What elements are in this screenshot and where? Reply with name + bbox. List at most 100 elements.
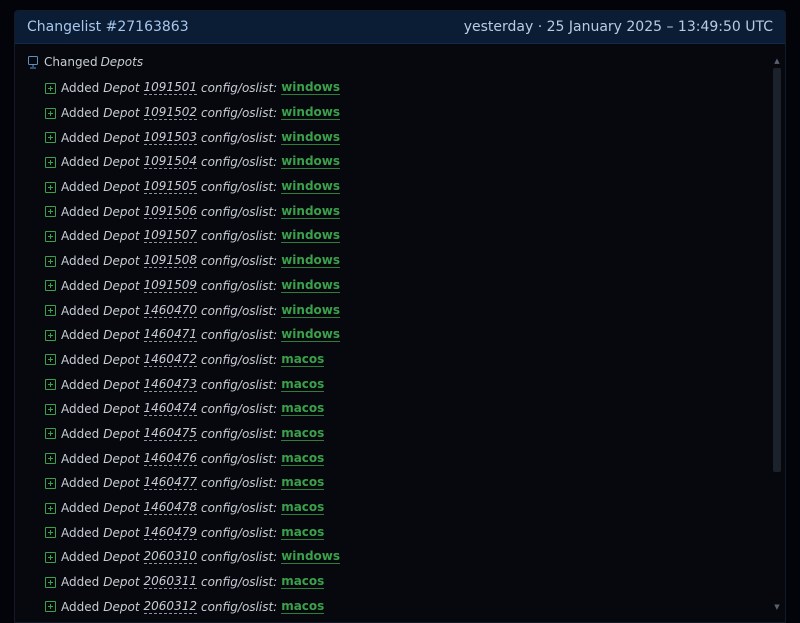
depot-id-link[interactable]: 1460479 — [143, 525, 197, 540]
change-verb: Added — [61, 204, 100, 219]
plus-icon — [45, 329, 56, 341]
change-verb: Added — [61, 155, 100, 170]
scroll-up-arrow-icon[interactable]: ▲ — [772, 56, 782, 66]
change-verb: Added — [61, 575, 100, 590]
os-value: windows — [281, 129, 341, 145]
list-item: Added Depot 1091504 config/oslist: windows — [45, 150, 341, 175]
depot-id-link[interactable]: 1091502 — [143, 106, 197, 121]
changelist-panel: Changelist #27163863 yesterday · 25 Janu… — [14, 10, 786, 623]
change-verb: Added — [61, 229, 100, 244]
change-verb: Added — [61, 501, 100, 516]
changelist-body: Changed Depots Added Depot 1091501 config/o… — [15, 44, 785, 622]
list-item: Added Depot 1091506 config/oslist: windows — [45, 199, 341, 224]
changelist-header: Changelist #27163863 yesterday · 25 Janu… — [15, 11, 785, 44]
depot-id-link[interactable]: 1460472 — [143, 352, 197, 367]
depot-keyword: Depot — [103, 476, 140, 491]
depot-id-link[interactable]: 1091501 — [143, 81, 197, 96]
depot-keyword: Depot — [103, 426, 140, 441]
depot-id-link[interactable]: 1460478 — [143, 501, 197, 516]
list-item: Added Depot 2060311 config/oslist: macos — [45, 570, 340, 595]
os-value: macos — [281, 450, 325, 466]
config-path: config/oslist: — [200, 352, 278, 367]
list-item: Added Depot 1091509 config/oslist: windows — [45, 274, 341, 299]
config-path: config/oslist: — [200, 180, 278, 195]
depot-id-link[interactable]: 1460470 — [143, 303, 197, 318]
depot-id-link[interactable]: 1460477 — [143, 476, 197, 491]
list-item: Added Depot 1460470 config/oslist: windows — [45, 298, 341, 323]
plus-icon — [45, 82, 56, 94]
config-path: config/oslist: — [200, 328, 278, 343]
os-value: macos — [281, 475, 325, 491]
plus-icon — [45, 255, 56, 267]
plus-icon — [45, 379, 56, 391]
change-verb: Added — [61, 130, 100, 145]
config-path: config/oslist: — [200, 303, 278, 318]
os-value: windows — [281, 327, 341, 343]
os-value: macos — [281, 376, 325, 392]
change-verb: Added — [61, 525, 100, 540]
os-value: macos — [281, 574, 325, 590]
changed-label: Changed — [44, 55, 98, 69]
list-item: Added Depot 1460476 config/oslist: macos — [45, 446, 340, 471]
list-item: Added Depot 1460472 config/oslist: macos — [45, 348, 340, 373]
list-item: Added Depot 1091503 config/oslist: windows — [45, 125, 341, 150]
depot-id-link[interactable]: 1091504 — [143, 155, 197, 170]
plus-icon — [45, 527, 56, 539]
os-value: windows — [281, 203, 341, 219]
os-value: windows — [281, 277, 341, 293]
change-verb: Added — [61, 352, 100, 367]
change-verb: Added — [61, 402, 100, 417]
depot-id-link[interactable]: 1091509 — [143, 278, 197, 293]
depot-id-link[interactable]: 1460471 — [143, 328, 197, 343]
depot-keyword: Depot — [103, 599, 140, 614]
scroll-thumb[interactable] — [773, 68, 781, 472]
change-verb: Added — [61, 254, 100, 269]
plus-icon — [45, 206, 56, 218]
depot-change-list: Added Depot 1091501 config/oslist: windows Ad… — [45, 76, 341, 619]
depot-id-link[interactable]: 2060312 — [143, 599, 197, 614]
depot-keyword: Depot — [103, 303, 140, 318]
scroll-down-arrow-icon[interactable]: ▼ — [772, 602, 782, 612]
depot-id-link[interactable]: 1460473 — [143, 377, 197, 392]
os-value: windows — [281, 228, 341, 244]
plus-icon — [45, 502, 56, 514]
depot-keyword: Depot — [103, 229, 140, 244]
list-item: Added Depot 1460479 config/oslist: macos — [45, 520, 340, 545]
depot-id-link[interactable]: 1460475 — [143, 426, 197, 441]
depot-id-link[interactable]: 1460474 — [143, 402, 197, 417]
depot-keyword: Depot — [103, 402, 140, 417]
list-item: Added Depot 2060310 config/oslist: windows — [45, 545, 341, 570]
depot-keyword: Depot — [103, 575, 140, 590]
depot-id-link[interactable]: 2060310 — [143, 550, 197, 565]
config-path: config/oslist: — [200, 550, 278, 565]
depot-keyword: Depot — [103, 451, 140, 466]
change-verb: Added — [61, 451, 100, 466]
plus-icon — [45, 181, 56, 193]
depot-keyword: Depot — [103, 155, 140, 170]
depot-id-link[interactable]: 1091507 — [143, 229, 197, 244]
change-verb: Added — [61, 180, 100, 195]
change-verb: Added — [61, 106, 100, 121]
plus-icon — [45, 576, 56, 588]
depot-id-link[interactable]: 2060311 — [143, 575, 197, 590]
depot-id-link[interactable]: 1460476 — [143, 451, 197, 466]
plus-icon — [45, 230, 56, 242]
config-path: config/oslist: — [200, 278, 278, 293]
change-verb: Added — [61, 303, 100, 318]
depot-id-link[interactable]: 1091508 — [143, 254, 197, 269]
plus-icon — [45, 280, 56, 292]
os-value: macos — [281, 524, 325, 540]
os-value: macos — [281, 351, 325, 367]
list-item: Added Depot 1460473 config/oslist: macos — [45, 372, 340, 397]
config-path: config/oslist: — [200, 130, 278, 145]
depot-keyword: Depot — [103, 204, 140, 219]
scrollbar[interactable]: ▲ ▼ — [772, 56, 782, 612]
plus-icon — [45, 305, 56, 317]
depot-id-link[interactable]: 1091506 — [143, 204, 197, 219]
config-path: config/oslist: — [200, 575, 278, 590]
change-verb: Added — [61, 377, 100, 392]
os-value: macos — [281, 401, 325, 417]
depot-id-link[interactable]: 1091503 — [143, 130, 197, 145]
depot-keyword: Depot — [103, 81, 140, 96]
depot-id-link[interactable]: 1091505 — [143, 180, 197, 195]
